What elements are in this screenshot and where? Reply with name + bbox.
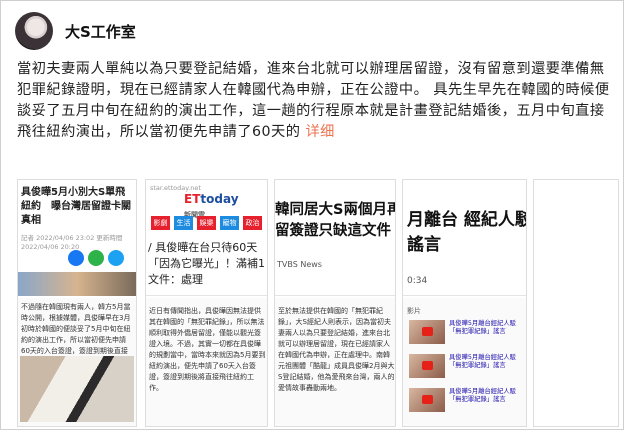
- logo-part: today: [200, 192, 239, 206]
- videos-label: 影片: [407, 307, 421, 315]
- twitter-icon: [108, 250, 124, 266]
- video-headline: 月離台 經紀人駁 謠言: [407, 210, 527, 255]
- author-name[interactable]: 大S工作室: [65, 21, 136, 42]
- site-url: star.ettoday.net: [150, 184, 201, 192]
- tab-star[interactable]: 娛樂: [197, 216, 216, 230]
- video-item[interactable]: 具俊曄5月離台經紀人駁「無犯罪紀錄」謠言: [409, 388, 521, 414]
- article-screenshot-2-bottom: 近日有傳聞指出，具俊曄因無法提供其在韓國的「無犯罪紀錄」，所以無法順利取得外僑居…: [146, 298, 267, 426]
- image-card-1[interactable]: 具俊曄5月小別大S單飛紐約 曝台灣居留證卡關真相 記者 2022/04/06 2…: [17, 179, 137, 427]
- video-title: 具俊曄5月離台經紀人駁「無犯罪紀錄」謠言: [449, 354, 516, 369]
- video-title: 具俊曄5月離台經紀人駁「無犯罪紀錄」謠言: [449, 320, 516, 335]
- article-text: 至於無法提供在韓國的「無犯罪紀錄」，大S經紀人則表示，因為當初夫妻兩人以為只要登…: [278, 307, 395, 392]
- article-screenshot-3-bottom: 至於無法提供在韓國的「無犯罪紀錄」，大S經紀人則表示，因為當初夫妻兩人以為只要登…: [275, 298, 395, 426]
- video-item[interactable]: 具俊曄5月離台經紀人駁「無犯罪紀錄」謠言: [409, 320, 521, 346]
- image-card-3[interactable]: 韓同居大S兩個月再 留簽證只缺這文件 TVBS News 至於無法提供在韓國的「…: [274, 179, 396, 427]
- news-source: TVBS News: [277, 260, 322, 269]
- tab-entertainment[interactable]: 影劇: [151, 216, 170, 230]
- image-card-4[interactable]: 月離台 經紀人駁 謠言 0:34 影片 具俊曄5月離台經紀人駁「無犯罪紀錄」謠言…: [402, 179, 527, 427]
- site-tabs: 影劇 生活 娛樂 寵物 政治: [146, 216, 267, 230]
- avatar[interactable]: [15, 12, 53, 50]
- tab-pets[interactable]: 寵物: [220, 216, 239, 230]
- play-icon: [422, 327, 433, 336]
- article-photo: [20, 356, 134, 422]
- article-headline: 韓同居大S兩個月再 留簽證只缺這文件: [275, 202, 396, 239]
- article-screenshot-3-top: 韓同居大S兩個月再 留簽證只缺這文件 TVBS News: [275, 180, 395, 296]
- expand-link[interactable]: 详细: [305, 124, 334, 140]
- video-list: 影片 具俊曄5月離台經紀人駁「無犯罪紀錄」謠言 具俊曄5月離台經紀人駁「無犯罪紀…: [403, 298, 526, 426]
- blank-image: [534, 180, 618, 426]
- tab-life[interactable]: 生活: [174, 216, 193, 230]
- video-screenshot-top: 月離台 經紀人駁 謠言 0:34: [403, 180, 526, 296]
- article-screenshot-1-bottom: 不過隨在韓國現有兩人，韓方5月當時公開，根據媒體，具俊曄早在3月初時於韓國的便談…: [18, 298, 136, 426]
- facebook-icon: [68, 250, 84, 266]
- play-icon: [422, 395, 433, 404]
- play-icon: [422, 361, 433, 370]
- post-header: 大S工作室: [15, 11, 136, 51]
- image-card-5[interactable]: [533, 179, 619, 427]
- tab-politics[interactable]: 政治: [243, 216, 262, 230]
- logo-part: ET: [184, 192, 201, 206]
- article-title: 具俊曄5月小別大S單飛紐約 曝台灣居留證卡關真相: [21, 187, 131, 226]
- article-screenshot-2-top: star.ettoday.net ETtoday 新聞雲 影劇 生活 娛樂 寵物…: [146, 180, 267, 296]
- article-text: 近日有傳聞指出，具俊曄因無法提供其在韓國的「無犯罪紀錄」，所以無法順利取得外僑居…: [149, 307, 266, 392]
- article-image: [18, 272, 136, 296]
- weibo-screenshot: 大S工作室 當初夫妻兩人單純以為只要登記結婚，進來台北就可以辦理居留證，沒有留意…: [0, 0, 624, 430]
- post-body: 當初夫妻兩人單純以為只要登記結婚，進來台北就可以辦理居留證，沒有留意到還要準備無…: [17, 59, 615, 143]
- article-title: / 具俊曄在台只待60天「因為它曝光」！滿補1文件：處理: [148, 241, 265, 286]
- article-screenshot-1-top: 具俊曄5月小別大S單飛紐約 曝台灣居留證卡關真相 記者 2022/04/06 2…: [18, 180, 136, 296]
- video-item[interactable]: 具俊曄5月離台經紀人駁「無犯罪紀錄」謠言: [409, 354, 521, 380]
- image-grid: 具俊曄5月小別大S單飛紐約 曝台灣居留證卡關真相 記者 2022/04/06 2…: [17, 179, 619, 427]
- video-title: 具俊曄5月離台經紀人駁「無犯罪紀錄」謠言: [449, 388, 516, 403]
- line-icon: [88, 250, 104, 266]
- video-time: 0:34: [407, 276, 428, 286]
- image-card-2[interactable]: star.ettoday.net ETtoday 新聞雲 影劇 生活 娛樂 寵物…: [145, 179, 268, 427]
